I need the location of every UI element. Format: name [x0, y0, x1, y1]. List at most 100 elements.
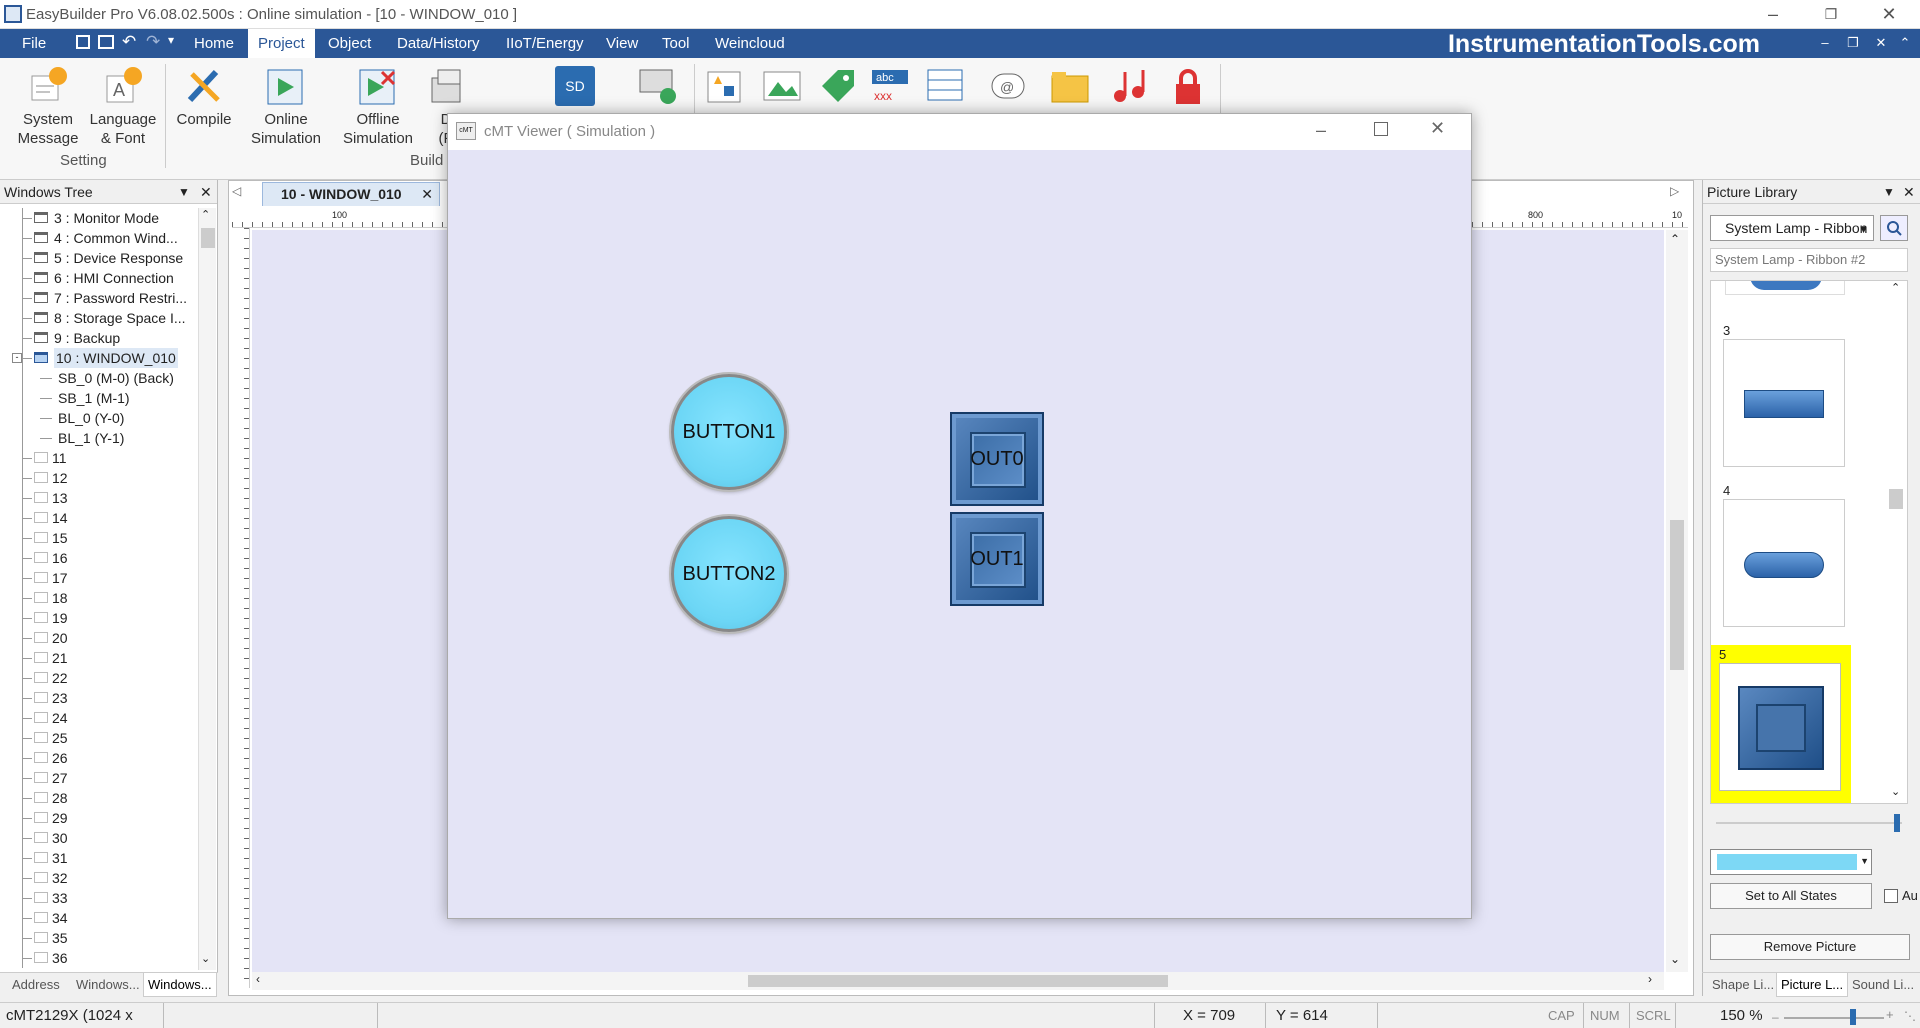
tree-row[interactable]: 26 [0, 748, 196, 768]
panel-close-icon[interactable]: ✕ [200, 180, 212, 204]
scroll-thumb[interactable] [748, 975, 1168, 987]
tree-row[interactable]: 27 [0, 768, 196, 788]
tree-row[interactable]: - 10 : WINDOW_010 [0, 348, 196, 368]
quick-access-dropdown-icon[interactable]: ▾ [168, 33, 174, 47]
picture-item-partial[interactable] [1725, 281, 1845, 295]
panel-close-icon[interactable]: ✕ [1903, 180, 1915, 204]
scroll-left-icon[interactable]: ‹ [256, 972, 260, 986]
picture-list-scrollbar[interactable]: ⌃ ⌄ [1887, 281, 1905, 803]
viewer-maximize-icon[interactable] [1374, 122, 1388, 136]
tree-row[interactable]: 16 [0, 548, 196, 568]
panel-dropdown-icon[interactable]: ▼ [1883, 180, 1895, 204]
menu-tool[interactable]: Tool [652, 29, 700, 58]
scroll-thumb[interactable] [201, 228, 215, 248]
fill-color-picker[interactable]: ▼ [1710, 849, 1872, 875]
menu-data-history[interactable]: Data/History [387, 29, 490, 58]
menu-home[interactable]: Home [184, 29, 244, 58]
viewer-minimize-icon[interactable]: – [1316, 120, 1326, 141]
scroll-down-icon[interactable]: ⌄ [1670, 952, 1680, 966]
tree-row[interactable]: 7 : Password Restri... [0, 288, 196, 308]
tree-row[interactable]: 36 [0, 948, 196, 968]
tree-row[interactable]: 25 [0, 728, 196, 748]
picture-item-selected[interactable]: 5 [1711, 645, 1851, 803]
tree-row[interactable]: 20 [0, 628, 196, 648]
tree-row[interactable]: 23 [0, 688, 196, 708]
scroll-up-icon[interactable]: ⌃ [1891, 281, 1900, 294]
mdi-close-icon[interactable]: ✕ [1871, 35, 1891, 51]
menu-file[interactable]: File [12, 29, 56, 58]
menu-object[interactable]: Object [318, 29, 381, 58]
tree-row[interactable]: 5 : Device Response [0, 248, 196, 268]
tree-scrollbar[interactable]: ⌃ ⌄ [198, 208, 216, 970]
tab-sound-library[interactable]: Sound Li... [1848, 973, 1918, 997]
tab-windows-1[interactable]: Windows... [72, 973, 144, 997]
auto-checkbox[interactable] [1884, 889, 1898, 903]
tab-scroll-right-icon[interactable]: ▷ [1670, 184, 1679, 198]
tree-row[interactable]: 6 : HMI Connection [0, 268, 196, 288]
button2[interactable]: BUTTON2 [671, 516, 787, 632]
shape-icon[interactable] [704, 66, 744, 106]
tree-row[interactable]: 28 [0, 788, 196, 808]
tab-shape-library[interactable]: Shape Li... [1708, 973, 1778, 997]
tree-row[interactable]: 8 : Storage Space I... [0, 308, 196, 328]
scroll-up-icon[interactable]: ⌃ [1670, 232, 1680, 246]
tree-row[interactable]: 3 : Monitor Mode [0, 208, 196, 228]
zoom-out-icon[interactable]: – [1772, 1010, 1779, 1024]
remove-picture-button[interactable]: Remove Picture [1710, 934, 1910, 960]
collapse-icon[interactable]: - [12, 353, 22, 363]
mdi-expand-icon[interactable]: ⌃ [1895, 35, 1915, 51]
tree-row[interactable]: 19 [0, 608, 196, 628]
tab-scroll-left-icon[interactable]: ◁ [232, 184, 241, 198]
scroll-thumb[interactable] [1670, 520, 1684, 670]
tree-row[interactable]: 18 [0, 588, 196, 608]
table-icon[interactable] [926, 66, 966, 106]
picture-item[interactable]: 3 [1715, 321, 1851, 471]
mdi-restore-icon[interactable]: ❐ [1843, 35, 1863, 51]
set-to-all-states-button[interactable]: Set to All States [1710, 883, 1872, 909]
tree-row[interactable]: 17 [0, 568, 196, 588]
scroll-down-icon[interactable]: ⌄ [201, 952, 210, 965]
tree-row[interactable]: 9 : Backup [0, 328, 196, 348]
library-category-select[interactable]: System Lamp - Ribbon ▼ [1710, 215, 1874, 241]
compile-button[interactable]: Compile [162, 64, 246, 154]
editor-horizontal-scrollbar[interactable]: ‹ › [252, 972, 1664, 990]
library-search-button[interactable] [1880, 215, 1908, 241]
tree-row[interactable]: 13 [0, 488, 196, 508]
sd-card-icon[interactable]: SD [555, 66, 595, 106]
tree-row[interactable]: 22 [0, 668, 196, 688]
menu-project[interactable]: Project [248, 29, 315, 58]
tree-row[interactable]: 29 [0, 808, 196, 828]
resize-grip-icon[interactable]: ⋱ [1904, 1009, 1916, 1023]
tab-picture-library[interactable]: Picture L... [1776, 973, 1849, 997]
tree-row[interactable]: 31 [0, 848, 196, 868]
picture-item[interactable]: 4 [1715, 481, 1851, 631]
scroll-thumb[interactable] [1889, 489, 1903, 509]
music-icon[interactable] [1108, 66, 1148, 106]
button1[interactable]: BUTTON1 [671, 374, 787, 490]
tree-row[interactable]: 12 [0, 468, 196, 488]
tab-windows-2[interactable]: Windows... [143, 973, 217, 997]
zoom-in-icon[interactable]: + [1886, 1007, 1894, 1022]
mdi-minimize-icon[interactable]: – [1815, 35, 1835, 50]
scroll-right-icon[interactable]: › [1648, 972, 1652, 986]
tree-row[interactable]: 35 [0, 928, 196, 948]
tree-row[interactable]: 11 [0, 448, 196, 468]
tree-row[interactable]: 34 [0, 908, 196, 928]
language-font-button[interactable]: A Language & Font [81, 64, 165, 154]
save-all-icon[interactable] [98, 35, 114, 49]
zoom-slider-handle[interactable] [1850, 1009, 1856, 1025]
viewer-close-icon[interactable]: ✕ [1430, 118, 1445, 139]
save-icon[interactable] [76, 35, 90, 49]
tree-row[interactable]: 33 [0, 888, 196, 908]
system-message-button[interactable]: System Message [6, 64, 90, 154]
tree-row[interactable]: 30 [0, 828, 196, 848]
address-icon[interactable]: @ [988, 66, 1028, 106]
menu-view[interactable]: View [596, 29, 648, 58]
menu-weincloud[interactable]: Weincloud [705, 29, 795, 58]
tree-row[interactable]: BL_1 (Y-1) [0, 428, 196, 448]
minimize-icon[interactable]: – [1744, 0, 1802, 29]
scroll-up-icon[interactable]: ⌃ [201, 208, 210, 221]
size-slider-handle[interactable] [1894, 814, 1900, 832]
undo-icon[interactable]: ↶ [122, 32, 136, 52]
panel-dropdown-icon[interactable]: ▼ [178, 180, 190, 204]
